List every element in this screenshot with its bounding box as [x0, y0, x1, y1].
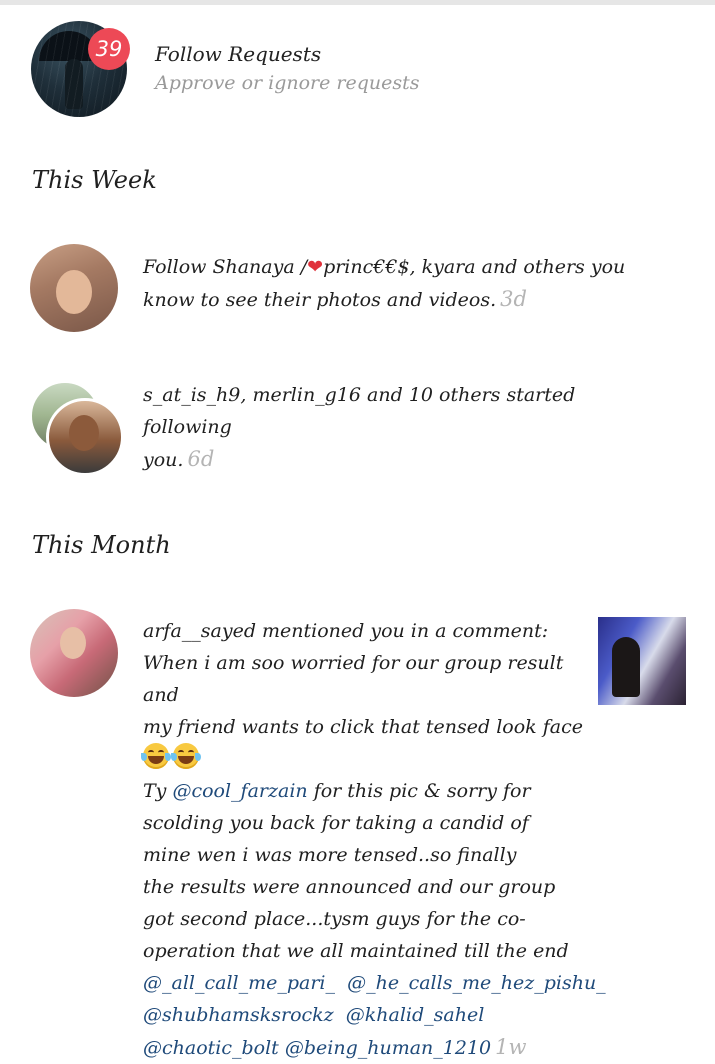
follower-avatar-front[interactable] — [46, 398, 124, 476]
comment-line: operation that we all maintained till th… — [143, 940, 569, 962]
mention-link[interactable]: @khalid_sahel — [346, 1004, 485, 1026]
mentions-row: @chaotic_bolt @being_human_1210 1w — [143, 1031, 593, 1064]
mention-link[interactable]: @being_human_1210 — [285, 1037, 491, 1059]
mention-link[interactable]: @_he_calls_me_hez_pishu_ — [347, 972, 606, 994]
follow-requests-subtitle: Approve or ignore requests — [155, 72, 420, 94]
notification-mention[interactable]: arfa__sayed mentioned you in a comment: … — [141, 615, 606, 1064]
comment-line: Ty @cool_farzain for this pic & sorry fo… — [143, 780, 531, 802]
suggested-user-avatar[interactable] — [30, 244, 118, 332]
comment-line: the results were announced and our group — [143, 876, 556, 898]
heart-icon: ❤ — [307, 256, 324, 278]
mention-link[interactable]: @_all_call_me_pari_ — [143, 972, 335, 994]
mentions-row: @shubhamsksrockz @khalid_sahel — [143, 999, 593, 1031]
comment-line: my friend wants to click that tensed loo… — [143, 716, 583, 738]
follow-requests-count-badge: 39 — [88, 28, 130, 70]
mentions-row: @_all_call_me_pari_ @_he_calls_me_hez_pi… — [143, 967, 606, 999]
mention-link[interactable]: @chaotic_bolt — [143, 1037, 279, 1059]
mention-line: arfa__sayed mentioned you in a comment: — [143, 620, 549, 642]
timestamp: 3d — [500, 287, 527, 311]
section-title-this-month: This Month — [32, 531, 171, 559]
comment-line: scolding you back for taking a candid of — [143, 812, 529, 834]
commenter-avatar[interactable] — [30, 609, 118, 697]
mention-link[interactable]: @cool_farzain — [172, 780, 307, 802]
emoji-line — [141, 743, 593, 775]
notification-followers[interactable]: s_at_is_h9, merlin_g16 and 10 others sta… — [143, 379, 663, 476]
top-divider — [0, 0, 715, 5]
section-title-this-week: This Week — [32, 166, 157, 194]
notification-suggest[interactable]: Follow Shanaya /❤princ€€$, kyara and oth… — [143, 251, 643, 316]
timestamp: 1w — [495, 1035, 527, 1059]
tears-of-joy-emoji-icon — [171, 743, 201, 769]
notification-suggest-line1: Follow Shanaya /❤princ€€$, kyara and oth… — [143, 256, 626, 278]
comment-line: When i am soo worried for our group resu… — [143, 652, 564, 706]
notification-followers-line2: you. 6d — [143, 447, 215, 471]
timestamp: 6d — [187, 447, 215, 471]
follow-requests-title[interactable]: Follow Requests — [155, 42, 321, 66]
notification-followers-line1: s_at_is_h9, merlin_g16 and 10 others sta… — [143, 384, 576, 438]
notification-suggest-line2: know to see their photos and videos. 3d — [143, 287, 527, 311]
tears-of-joy-emoji-icon — [141, 743, 171, 769]
comment-line: got second place...tysm guys for the co- — [143, 908, 526, 930]
post-thumbnail[interactable] — [598, 617, 686, 705]
comment-line: mine wen i was more tensed..so finally — [143, 844, 517, 866]
mention-link[interactable]: @shubhamsksrockz — [143, 1004, 334, 1026]
